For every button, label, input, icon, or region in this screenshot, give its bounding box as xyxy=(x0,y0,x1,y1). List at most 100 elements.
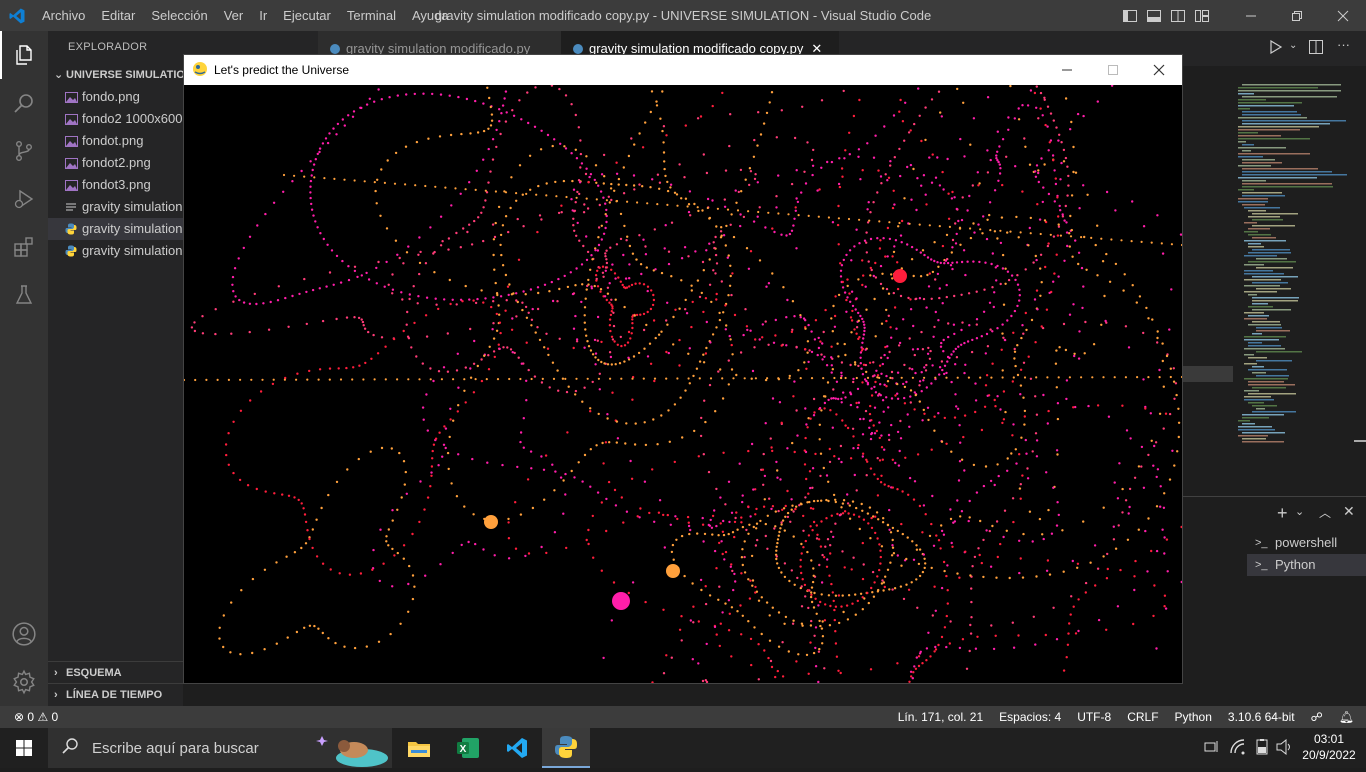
excel-icon[interactable]: X xyxy=(444,728,492,768)
trail-dot xyxy=(855,506,858,510)
trail-dot xyxy=(418,520,421,524)
windows-start-icon[interactable] xyxy=(0,728,48,768)
problems-status[interactable]: ⊗ 0 ⚠ 0 xyxy=(0,706,66,728)
trail-dot xyxy=(390,447,393,450)
more-actions-icon[interactable]: ··· xyxy=(1337,37,1350,52)
trail-dot xyxy=(832,388,835,391)
settings-gear-icon[interactable] xyxy=(0,658,48,706)
trail-dot xyxy=(615,199,619,203)
trail-dot xyxy=(790,569,793,572)
maximize-panel-icon[interactable]: ︿ xyxy=(1319,504,1331,521)
pygame-close-icon[interactable] xyxy=(1136,55,1182,85)
cursor-position[interactable]: Lín. 171, col. 21 xyxy=(890,706,991,728)
file-item[interactable]: gravity simulation xyxy=(48,240,183,262)
indentation[interactable]: Espacios: 4 xyxy=(991,706,1069,728)
run-dropdown-icon[interactable]: ⌄ xyxy=(1289,40,1297,51)
trail-dot xyxy=(915,548,919,551)
network-monitor-icon[interactable] xyxy=(1204,740,1220,757)
terminal-python[interactable]: >_ Python xyxy=(1247,554,1366,576)
trail-dot xyxy=(501,104,505,107)
vscode-taskbar-icon[interactable] xyxy=(493,728,541,768)
file-item[interactable]: fondot3.png xyxy=(48,174,183,196)
trail-dot xyxy=(955,405,958,408)
toggle-sidebar-icon[interactable] xyxy=(1118,0,1142,31)
menu-ayuda[interactable]: Ayuda xyxy=(404,0,457,31)
file-item[interactable]: gravity simulation xyxy=(48,218,183,240)
trail-dot xyxy=(940,586,944,590)
minimap-line xyxy=(1252,333,1262,335)
trail-dot xyxy=(811,164,815,167)
extensions-icon[interactable] xyxy=(0,223,48,271)
battery-icon[interactable] xyxy=(1253,739,1271,758)
file-item[interactable]: fondo2 1000x600 xyxy=(48,108,183,130)
trail-dot xyxy=(1068,232,1071,235)
taskbar-clock[interactable]: 03:01 20/9/2022 xyxy=(1298,731,1360,763)
customize-layout-icon[interactable] xyxy=(1190,0,1214,31)
explorer-icon[interactable] xyxy=(0,31,48,79)
trail-dot xyxy=(950,251,953,254)
run-file-icon[interactable] xyxy=(1269,39,1283,57)
scrollbar-thumb[interactable] xyxy=(1354,440,1366,442)
trail-dot xyxy=(1035,258,1038,262)
close-panel-icon[interactable]: ✕ xyxy=(1343,503,1355,520)
notifications-bell-icon[interactable]: 🔔︎ xyxy=(1331,706,1366,728)
trail-dot xyxy=(892,189,895,192)
menu-terminal[interactable]: Terminal xyxy=(339,0,404,31)
split-editor-icon[interactable] xyxy=(1309,40,1323,57)
run-debug-icon[interactable] xyxy=(0,175,48,223)
trail-dot xyxy=(343,124,346,127)
pygame-minimize-icon[interactable] xyxy=(1044,55,1090,85)
menu-ejecutar[interactable]: Ejecutar xyxy=(275,0,339,31)
trail-dot xyxy=(861,169,864,172)
account-icon[interactable] xyxy=(0,610,48,658)
end-of-line[interactable]: CRLF xyxy=(1119,706,1166,728)
trail-dot xyxy=(335,317,338,321)
taskbar-search-box[interactable]: Escribe aquí para buscar xyxy=(48,728,392,768)
menu-ir[interactable]: Ir xyxy=(251,0,275,31)
trail-dot xyxy=(687,377,690,380)
file-explorer-icon[interactable] xyxy=(395,728,443,768)
pygame-maximize-icon[interactable] xyxy=(1090,55,1136,85)
volume-icon[interactable] xyxy=(1276,738,1294,758)
menu-archivo[interactable]: Archivo xyxy=(34,0,93,31)
trail-dot xyxy=(426,496,430,499)
timeline-section[interactable]: › LÍNEA DE TIEMPO xyxy=(48,683,183,705)
trail-dot xyxy=(405,323,408,326)
new-terminal-icon[interactable]: + xyxy=(1277,503,1288,524)
search-icon[interactable] xyxy=(0,79,48,127)
minimize-icon[interactable] xyxy=(1228,0,1274,31)
toggle-secondary-sidebar-icon[interactable] xyxy=(1166,0,1190,31)
toggle-panel-icon[interactable] xyxy=(1142,0,1166,31)
terminal-dropdown-icon[interactable]: ⌄ xyxy=(1295,505,1304,518)
terminal-powershell[interactable]: >_ powershell xyxy=(1247,532,1366,554)
restore-icon[interactable] xyxy=(1274,0,1320,31)
trail-dot xyxy=(864,285,867,288)
wifi-icon[interactable] xyxy=(1230,739,1248,758)
trail-dot xyxy=(449,407,452,410)
trail-dot xyxy=(329,568,332,571)
python-taskbar-icon[interactable] xyxy=(542,728,590,768)
folder-universe-simulation[interactable]: ⌄ UNIVERSE SIMULATION xyxy=(48,64,183,86)
minimap-line xyxy=(1248,294,1257,296)
testing-icon[interactable] xyxy=(0,271,48,319)
trail-dot xyxy=(943,569,946,573)
minimap-slider[interactable] xyxy=(1183,366,1233,382)
simulation-canvas[interactable] xyxy=(184,85,1182,683)
menu-ver[interactable]: Ver xyxy=(216,0,252,31)
outline-section[interactable]: › ESQUEMA xyxy=(48,661,183,683)
encoding[interactable]: UTF-8 xyxy=(1069,706,1119,728)
file-item[interactable]: fondot.png xyxy=(48,130,183,152)
menu-editar[interactable]: Editar xyxy=(93,0,143,31)
trail-dot xyxy=(862,518,866,521)
file-item[interactable]: fondot2.png xyxy=(48,152,183,174)
minimap[interactable] xyxy=(1238,84,1353,444)
menu-seleccion[interactable]: Selección xyxy=(143,0,215,31)
close-icon[interactable] xyxy=(1320,0,1366,31)
source-control-icon[interactable] xyxy=(0,127,48,175)
file-item[interactable]: gravity simulation xyxy=(48,196,183,218)
language-mode[interactable]: Python xyxy=(1167,706,1220,728)
feedback-icon[interactable]: ☍ xyxy=(1303,706,1331,728)
trail-dot xyxy=(933,650,936,653)
file-item[interactable]: fondo.png xyxy=(48,86,183,108)
python-interpreter[interactable]: 3.10.6 64-bit xyxy=(1220,706,1303,728)
